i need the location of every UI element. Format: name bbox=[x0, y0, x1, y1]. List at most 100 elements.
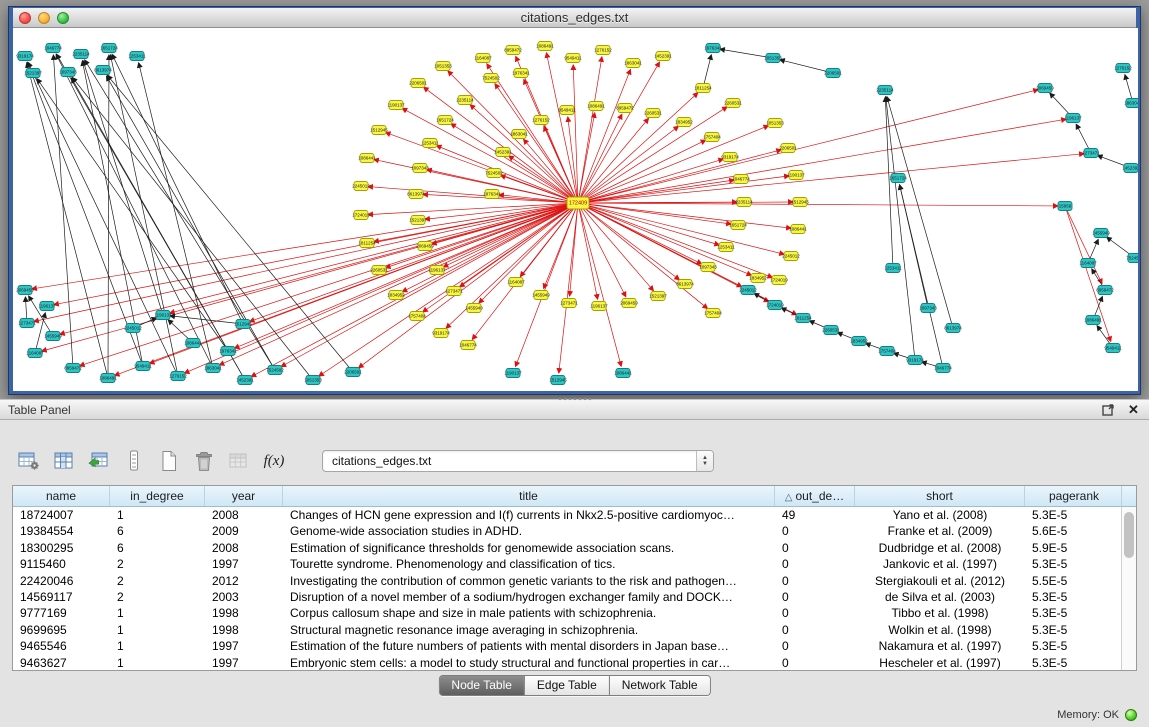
network-node[interactable] bbox=[40, 302, 54, 311]
network-node[interactable] bbox=[102, 44, 116, 53]
network-node[interactable] bbox=[592, 302, 606, 311]
network-node[interactable] bbox=[74, 50, 88, 59]
network-node[interactable] bbox=[512, 130, 526, 139]
tab-node-table[interactable]: Node Table bbox=[439, 676, 524, 695]
network-node[interactable] bbox=[789, 171, 803, 180]
network-node[interactable] bbox=[46, 44, 60, 53]
table-row[interactable]: 1938455462009Genome-wide association stu… bbox=[13, 523, 1121, 539]
network-node[interactable] bbox=[18, 286, 32, 295]
tab-network-table[interactable]: Network Table bbox=[609, 676, 710, 695]
network-node[interactable] bbox=[566, 54, 580, 63]
network-node[interactable] bbox=[46, 332, 60, 341]
network-node[interactable] bbox=[436, 62, 450, 71]
network-node[interactable] bbox=[418, 242, 432, 251]
column-header-out-degree[interactable]: △out_de… bbox=[775, 486, 855, 506]
network-node[interactable] bbox=[701, 263, 715, 272]
table-row[interactable]: 1456911722003Disruption of a novel membe… bbox=[13, 589, 1121, 605]
new-file-icon[interactable] bbox=[156, 448, 182, 474]
table-row[interactable]: 946554611997Estimation of the future num… bbox=[13, 638, 1121, 654]
network-node[interactable] bbox=[26, 69, 40, 78]
network-node[interactable] bbox=[1116, 64, 1130, 73]
network-node[interactable] bbox=[1058, 202, 1072, 211]
table-row[interactable]: 2242004622012Investigating the contribut… bbox=[13, 573, 1121, 589]
network-node[interactable] bbox=[487, 169, 501, 178]
network-node[interactable] bbox=[238, 376, 252, 385]
network-node[interactable] bbox=[354, 182, 368, 191]
network-node[interactable] bbox=[946, 324, 960, 333]
network-node[interactable] bbox=[1038, 84, 1052, 93]
table-row[interactable]: 977716911998Corpus callosum shape and si… bbox=[13, 605, 1121, 621]
network-node[interactable] bbox=[1128, 254, 1138, 263]
function-builder-icon[interactable]: f(x) bbox=[261, 448, 287, 474]
network-node[interactable] bbox=[908, 356, 922, 365]
column-header-title[interactable]: title bbox=[283, 486, 775, 506]
network-node[interactable] bbox=[467, 304, 481, 313]
network-node[interactable] bbox=[413, 164, 427, 173]
import-table-icon[interactable] bbox=[86, 448, 112, 474]
network-node[interactable] bbox=[268, 366, 282, 375]
network-node[interactable] bbox=[1086, 316, 1100, 325]
network-node[interactable] bbox=[423, 139, 437, 148]
network-node[interactable] bbox=[616, 369, 630, 378]
network-node[interactable] bbox=[101, 374, 115, 383]
network-node[interactable] bbox=[534, 291, 548, 300]
network-node[interactable] bbox=[1106, 344, 1120, 353]
network-node[interactable] bbox=[534, 116, 548, 125]
network-node[interactable] bbox=[734, 175, 748, 184]
network-node[interactable] bbox=[372, 126, 386, 135]
scrollbar-thumb[interactable] bbox=[1124, 512, 1134, 558]
network-node[interactable] bbox=[126, 324, 140, 333]
network-node[interactable] bbox=[726, 99, 740, 108]
network-node[interactable] bbox=[796, 314, 810, 323]
network-node[interactable] bbox=[886, 264, 900, 273]
table-row[interactable]: 1872400712008Changes of HCN gene express… bbox=[13, 507, 1121, 523]
network-node[interactable] bbox=[186, 339, 200, 348]
tab-edge-table[interactable]: Edge Table bbox=[524, 676, 609, 695]
network-node[interactable] bbox=[430, 266, 444, 275]
network-node[interactable] bbox=[509, 278, 523, 287]
network-node[interactable] bbox=[646, 109, 660, 118]
network-node[interactable] bbox=[506, 369, 520, 378]
network-node[interactable] bbox=[880, 347, 894, 356]
network-node[interactable] bbox=[824, 326, 838, 335]
network-node[interactable] bbox=[878, 86, 892, 95]
network-node[interactable] bbox=[768, 301, 782, 310]
column-header-short[interactable]: short bbox=[855, 486, 1025, 506]
network-node[interactable] bbox=[596, 46, 610, 55]
network-node[interactable] bbox=[411, 79, 425, 88]
delete-table-icon[interactable] bbox=[191, 448, 217, 474]
network-node[interactable] bbox=[622, 299, 636, 308]
table-row[interactable]: 911546021997Tourette syndrome. Phenomeno… bbox=[13, 556, 1121, 572]
network-node[interactable] bbox=[1094, 229, 1108, 238]
network-node[interactable] bbox=[438, 116, 452, 125]
network-node[interactable] bbox=[1084, 149, 1098, 158]
table-settings-icon[interactable] bbox=[16, 448, 42, 474]
network-node[interactable] bbox=[411, 216, 425, 225]
network-node[interactable] bbox=[28, 349, 42, 358]
network-node[interactable] bbox=[156, 311, 170, 320]
table-row[interactable]: 969969511998Structural magnetic resonanc… bbox=[13, 622, 1121, 638]
network-node[interactable] bbox=[1066, 114, 1080, 123]
network-node[interactable] bbox=[678, 280, 692, 289]
network-node[interactable] bbox=[551, 376, 565, 385]
network-node[interactable] bbox=[20, 319, 34, 328]
network-node[interactable] bbox=[476, 54, 490, 63]
network-node[interactable] bbox=[784, 252, 798, 261]
network-node[interactable] bbox=[506, 46, 520, 55]
network-node[interactable] bbox=[560, 106, 574, 115]
network-node[interactable] bbox=[538, 42, 552, 51]
network-node[interactable] bbox=[626, 59, 640, 68]
network-canvas[interactable]: 1724092260531183495217574049319174104677… bbox=[13, 28, 1138, 391]
network-node[interactable] bbox=[852, 337, 866, 346]
zoom-window-button[interactable] bbox=[57, 12, 69, 24]
network-node[interactable] bbox=[1098, 286, 1112, 295]
network-node[interactable] bbox=[741, 286, 755, 295]
network-node[interactable] bbox=[61, 68, 75, 77]
network-node[interactable] bbox=[306, 376, 320, 385]
column-header-name[interactable]: name bbox=[13, 486, 110, 506]
minimize-window-button[interactable] bbox=[38, 12, 50, 24]
network-window-titlebar[interactable]: citations_edges.txt bbox=[13, 8, 1136, 28]
vertical-scrollbar[interactable] bbox=[1121, 486, 1136, 670]
network-node[interactable] bbox=[485, 190, 499, 199]
network-node[interactable] bbox=[936, 364, 950, 373]
